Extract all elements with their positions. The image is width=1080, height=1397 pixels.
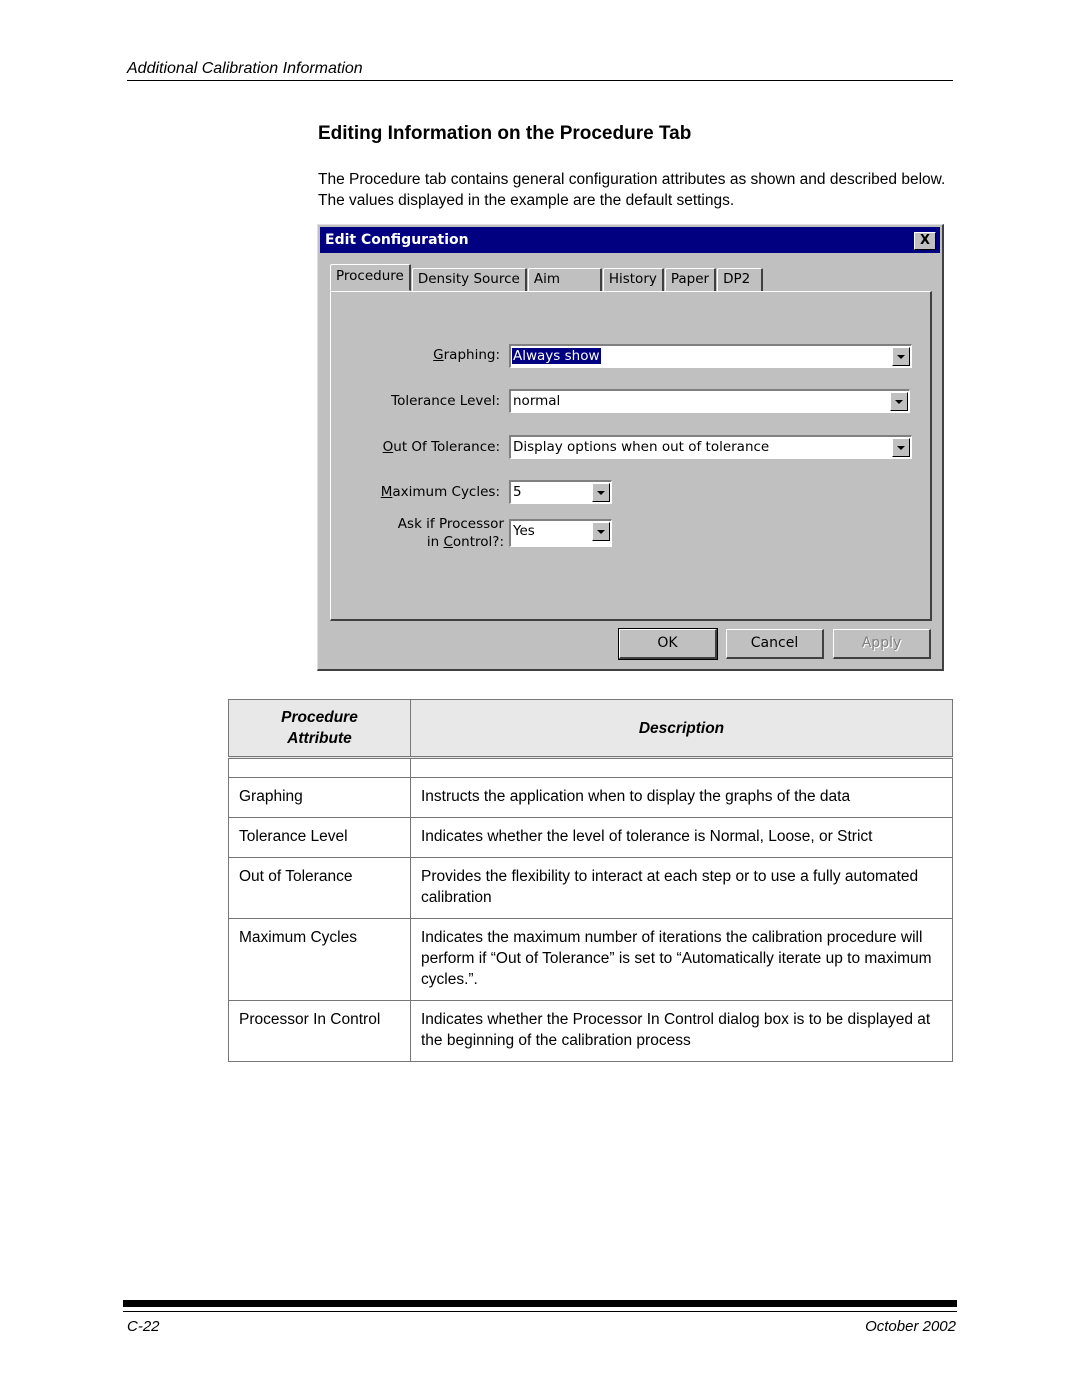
out-of-tolerance-label: Out Of Tolerance: [382, 439, 500, 455]
description-cell: Provides the flexibility to interact at … [410, 857, 953, 919]
dialog-title: Edit Configuration [325, 232, 469, 248]
header-rule [127, 80, 953, 81]
ask-processor-label: Ask if Processor in Control?: [397, 516, 504, 550]
tab-paper[interactable]: Paper [664, 268, 717, 291]
maximum-cycles-label: Maximum Cycles: [380, 484, 500, 500]
attribute-cell: Graphing [228, 777, 411, 818]
header-separator [228, 756, 953, 778]
description-cell: Indicates the maximum number of iteratio… [410, 918, 953, 1001]
dialog-titlebar: Edit Configuration X [320, 227, 940, 253]
description-cell: Instructs the application when to displa… [410, 777, 953, 818]
edit-configuration-dialog: Edit Configuration X Procedure Density S… [317, 224, 944, 671]
running-header: Additional Calibration Information [127, 60, 363, 77]
out-of-tolerance-select[interactable]: Display options when out of tolerance [509, 435, 912, 459]
tab-history[interactable]: History [602, 268, 664, 291]
graphing-label: Graphing: [433, 347, 500, 363]
intro-paragraph: The Procedure tab contains general confi… [318, 171, 946, 209]
table-row: Tolerance Level Indicates whether the le… [228, 817, 953, 858]
footer-bar [123, 1300, 957, 1307]
attribute-cell: Tolerance Level [228, 817, 411, 858]
graphing-value: Always show [512, 348, 601, 364]
chevron-down-icon[interactable] [890, 392, 908, 411]
header-attribute: Procedure Attribute [228, 699, 411, 758]
tab-density-source[interactable]: Density Source [411, 268, 527, 291]
attribute-cell: Maximum Cycles [228, 918, 411, 1001]
tab-procedure[interactable]: Procedure [330, 264, 411, 291]
description-cell: Indicates whether the level of tolerance… [410, 817, 953, 858]
graphing-select[interactable]: Always show [509, 344, 912, 368]
footer-date: October 2002 [865, 1318, 956, 1335]
out-of-tolerance-value: Display options when out of tolerance [513, 439, 770, 455]
section-title: Editing Information on the Procedure Tab [318, 123, 692, 144]
procedure-attributes-table: Procedure Attribute Description Graphing… [228, 699, 953, 1062]
tab-aim[interactable]: Aim [527, 268, 602, 291]
chevron-down-icon[interactable] [892, 438, 910, 457]
ask-processor-select[interactable]: Yes [509, 519, 612, 547]
tab-strip: Procedure Density Source Aim History Pap… [330, 264, 764, 291]
ok-button[interactable]: OK [618, 628, 718, 660]
table-row: Graphing Instructs the application when … [228, 777, 953, 818]
close-button[interactable]: X [914, 232, 936, 250]
cancel-button[interactable]: Cancel [726, 629, 824, 659]
table-row: Maximum Cycles Indicates the maximum num… [228, 918, 953, 1001]
maximum-cycles-select[interactable]: 5 [509, 480, 612, 504]
chevron-down-icon[interactable] [592, 483, 610, 502]
description-cell: Indicates whether the Processor In Contr… [410, 1000, 953, 1062]
apply-button[interactable]: Apply [833, 629, 931, 659]
table-header-row: Procedure Attribute Description [228, 699, 953, 758]
tolerance-level-value: normal [513, 393, 561, 409]
attribute-cell: Processor In Control [228, 1000, 411, 1062]
tolerance-level-label: Tolerance Level: [391, 393, 500, 409]
chevron-down-icon[interactable] [892, 347, 910, 366]
header-description: Description [410, 699, 953, 758]
ask-processor-value: Yes [513, 523, 535, 539]
close-icon: X [919, 233, 931, 248]
maximum-cycles-value: 5 [513, 484, 522, 500]
chevron-down-icon[interactable] [592, 522, 610, 541]
table-row: Processor In Control Indicates whether t… [228, 1000, 953, 1062]
tab-dp2[interactable]: DP2 [717, 268, 764, 291]
page-number: C-22 [127, 1318, 160, 1335]
tolerance-level-select[interactable]: normal [509, 389, 910, 413]
footer-rule [123, 1311, 957, 1312]
table-row: Out of Tolerance Provides the flexibilit… [228, 857, 953, 919]
attribute-cell: Out of Tolerance [228, 857, 411, 919]
